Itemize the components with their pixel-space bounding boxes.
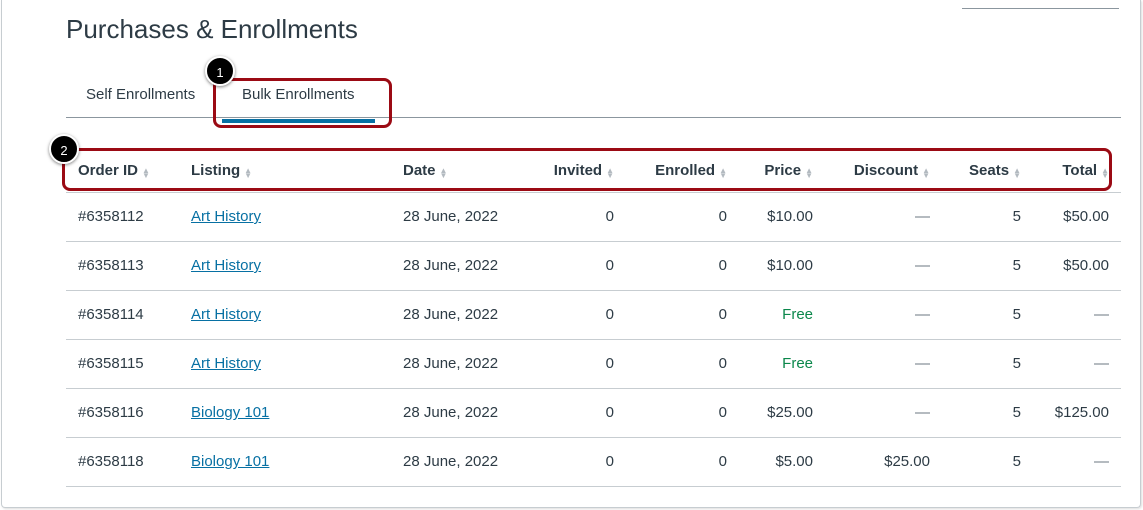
cell-seats: 5 [942,388,1033,438]
cell-discount: — [825,339,942,389]
callout-badge-1: 1 [205,56,235,86]
cell-seats: 5 [942,241,1033,291]
cell-invited: 0 [520,192,626,242]
cell-date: 28 June, 2022 [391,192,520,242]
table-row: #6358118 Biology 101 28 June, 2022 0 0 $5.00 $… [66,437,1121,487]
callout-highlight-tab [213,78,392,128]
cell-price: Free [739,290,825,340]
cell-seats: 5 [942,437,1033,487]
cell-discount: — [825,192,942,242]
cell-enrolled: 0 [626,192,739,242]
cell-total: $50.00 [1033,241,1121,291]
cell-listing: Art History [179,192,391,242]
cell-order: #6358116 [66,388,179,438]
cell-seats: 5 [942,192,1033,242]
cell-seats: 5 [942,339,1033,389]
cell-listing: Art History [179,241,391,291]
cell-invited: 0 [520,241,626,291]
cell-date: 28 June, 2022 [391,339,520,389]
cell-order: #6358114 [66,290,179,340]
table-row: #6358114 Art History 28 June, 2022 0 0 Free —5… [66,290,1121,340]
cell-discount: — [825,290,942,340]
listing-link[interactable]: Art History [191,257,261,274]
listing-link[interactable]: Biology 101 [191,404,269,421]
cell-date: 28 June, 2022 [391,437,520,487]
cell-total: $50.00 [1033,192,1121,242]
cell-price: $5.00 [739,437,825,487]
callout-badge-2: 2 [49,134,79,164]
page-title: Purchases & Enrollments [66,14,358,44]
cell-price: $10.00 [739,192,825,242]
callout-highlight-header [62,148,1112,191]
cell-invited: 0 [520,388,626,438]
tab-self-enrollments[interactable]: Self Enrollments [86,86,195,103]
listing-link[interactable]: Art History [191,208,261,225]
cell-listing: Biology 101 [179,388,391,438]
cell-total: — [1033,437,1121,487]
cell-enrolled: 0 [626,437,739,487]
cell-listing: Biology 101 [179,437,391,487]
divider [962,8,1119,9]
cell-date: 28 June, 2022 [391,241,520,291]
cell-total: — [1033,339,1121,389]
cell-price: $25.00 [739,388,825,438]
table-row: #6358116 Biology 101 28 June, 2022 0 0 $25.00… [66,388,1121,438]
cell-discount: — [825,241,942,291]
table-row: #6358115 Art History 28 June, 2022 0 0 Free —5… [66,339,1121,389]
cell-seats: 5 [942,290,1033,340]
bulk-enrollments-table: Order ID ▲ ▼ Listing ▲ ▼ Date ▲ ▼ Invited ▲ ▼ Enroll… [66,150,1121,487]
cell-total: — [1033,290,1121,340]
table-row: #6358112 Art History 28 June, 2022 0 0 $10.00… [66,192,1121,242]
cell-listing: Art History [179,339,391,389]
cell-order: #6358118 [66,437,179,487]
cell-invited: 0 [520,339,626,389]
cell-price: Free [739,339,825,389]
cell-enrolled: 0 [626,290,739,340]
cell-enrolled: 0 [626,339,739,389]
cell-date: 28 June, 2022 [391,388,520,438]
cell-order: #6358115 [66,339,179,389]
cell-invited: 0 [520,290,626,340]
listing-link[interactable]: Art History [191,355,261,372]
cell-invited: 0 [520,437,626,487]
cell-order: #6358113 [66,241,179,291]
listing-link[interactable]: Art History [191,306,261,323]
cell-discount: — [825,388,942,438]
listing-link[interactable]: Biology 101 [191,453,269,470]
table-row: #6358113 Art History 28 June, 2022 0 0 $10.00… [66,241,1121,291]
cell-date: 28 June, 2022 [391,290,520,340]
cell-listing: Art History [179,290,391,340]
cell-total: $125.00 [1033,388,1121,438]
cell-discount: $25.00 [825,437,942,487]
cell-enrolled: 0 [626,388,739,438]
cell-price: $10.00 [739,241,825,291]
cell-order: #6358112 [66,192,179,242]
cell-enrolled: 0 [626,241,739,291]
